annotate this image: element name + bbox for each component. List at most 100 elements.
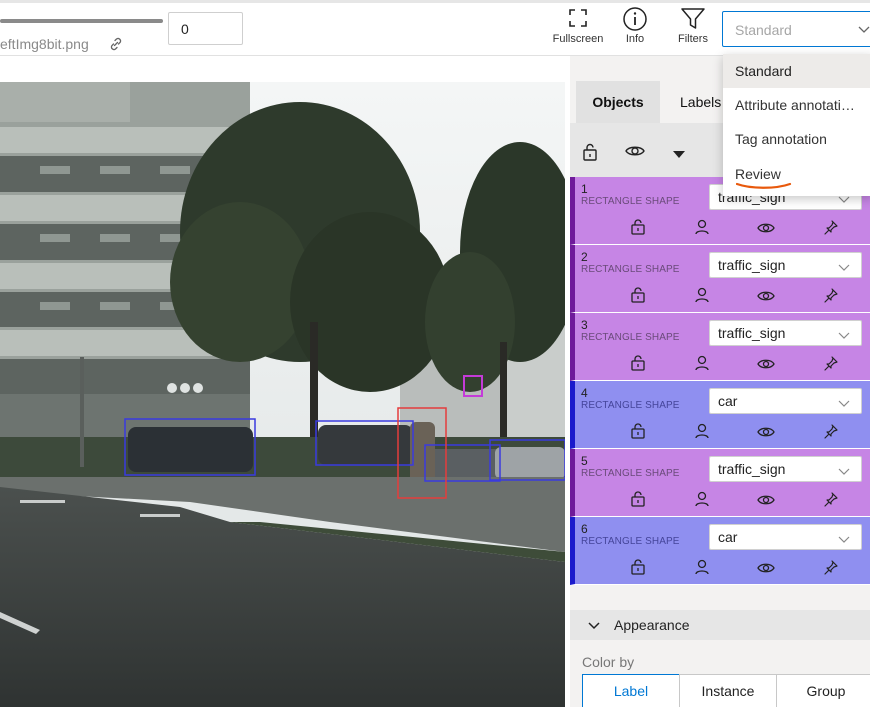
label-select[interactable]: traffic_sign: [709, 252, 862, 278]
info-button[interactable]: Info: [607, 6, 663, 52]
object-actions: [631, 219, 861, 237]
info-icon: [623, 7, 647, 31]
list-item[interactable]: 4 RECTANGLE SHAPE car: [570, 381, 870, 449]
object-shape: RECTANGLE SHAPE: [581, 264, 680, 275]
chevron-down-icon: [838, 396, 850, 414]
view-mode-dropdown: Standard Attribute annotati… Tag annotat…: [723, 54, 870, 196]
eye-icon[interactable]: [757, 425, 775, 443]
fullscreen-button[interactable]: Fullscreen: [550, 6, 606, 52]
option-tag-annotation[interactable]: Tag annotation: [723, 122, 870, 156]
top-toolbar: 0 eftImg8bit.png Fullscreen Info Filters…: [0, 0, 870, 56]
info-label: Info: [625, 33, 645, 45]
frame-slider[interactable]: [0, 19, 163, 23]
chevron-down-icon: [857, 22, 870, 41]
lock-icon[interactable]: [631, 287, 645, 308]
color-by-group-option[interactable]: Group: [776, 674, 870, 707]
chevron-down-icon: [838, 532, 850, 550]
filename-text: eftImg8bit.png: [0, 36, 89, 52]
object-number: 4: [581, 386, 588, 400]
view-mode-value: Standard: [735, 22, 792, 38]
filter-icon: [681, 8, 705, 29]
lock-icon[interactable]: [631, 423, 645, 444]
object-shape: RECTANGLE SHAPE: [581, 468, 680, 479]
filters-button[interactable]: Filters: [665, 6, 721, 52]
highlight-underline: [736, 182, 792, 189]
frame-number-input[interactable]: 0: [168, 12, 243, 45]
object-actions: [631, 559, 861, 577]
eye-all-icon[interactable]: [625, 143, 645, 164]
lock-icon[interactable]: [631, 219, 645, 240]
eye-icon[interactable]: [757, 289, 775, 307]
object-actions: [631, 355, 861, 373]
chevron-down-icon: [838, 464, 850, 482]
link-icon[interactable]: [108, 36, 124, 52]
label-value: traffic_sign: [718, 325, 786, 341]
eye-icon[interactable]: [757, 357, 775, 375]
lock-all-icon[interactable]: [582, 143, 598, 166]
label-select[interactable]: car: [709, 524, 862, 550]
street-photo[interactable]: [0, 82, 565, 707]
fullscreen-icon: [569, 9, 587, 27]
annotation-workspace: 0 eftImg8bit.png Fullscreen Info Filters…: [0, 0, 870, 707]
appearance-title: Appearance: [614, 617, 690, 633]
chevron-down-icon: [588, 619, 600, 637]
appearance-section: Appearance Color by Label Instance Group: [570, 610, 870, 707]
list-item[interactable]: 3 RECTANGLE SHAPE traffic_sign: [570, 313, 870, 381]
chevron-down-icon: [838, 328, 850, 346]
color-by-label-option[interactable]: Label: [582, 674, 680, 707]
pin-icon[interactable]: [823, 491, 839, 512]
object-shape: RECTANGLE SHAPE: [581, 196, 680, 207]
person-icon[interactable]: [695, 287, 709, 308]
option-standard[interactable]: Standard: [723, 54, 870, 88]
object-number: 1: [581, 182, 588, 196]
object-number: 2: [581, 250, 588, 264]
object-number: 6: [581, 522, 588, 536]
street-scene-image: [0, 82, 565, 707]
object-number: 5: [581, 454, 588, 468]
filters-label: Filters: [678, 33, 708, 45]
lock-icon[interactable]: [631, 491, 645, 512]
label-select[interactable]: car: [709, 388, 862, 414]
object-shape: RECTANGLE SHAPE: [581, 332, 680, 343]
pin-icon[interactable]: [823, 355, 839, 376]
label-select[interactable]: traffic_sign: [709, 320, 862, 346]
pin-icon[interactable]: [823, 559, 839, 580]
top-border: [0, 0, 870, 3]
label-value: traffic_sign: [718, 257, 786, 273]
label-select[interactable]: traffic_sign: [709, 456, 862, 482]
object-number: 3: [581, 318, 588, 332]
color-by-label: Color by: [582, 654, 635, 670]
pin-icon[interactable]: [823, 219, 839, 240]
chevron-down-icon: [838, 260, 850, 278]
eye-icon[interactable]: [757, 561, 775, 579]
object-actions: [631, 423, 861, 441]
caret-down-icon[interactable]: [672, 147, 686, 165]
eye-icon[interactable]: [757, 221, 775, 239]
person-icon[interactable]: [695, 559, 709, 580]
fullscreen-label: Fullscreen: [552, 33, 604, 45]
pin-icon[interactable]: [823, 287, 839, 308]
label-value: car: [718, 529, 738, 545]
list-item[interactable]: 2 RECTANGLE SHAPE traffic_sign: [570, 245, 870, 313]
lock-icon[interactable]: [631, 355, 645, 376]
person-icon[interactable]: [695, 219, 709, 240]
object-shape: RECTANGLE SHAPE: [581, 400, 680, 411]
object-shape: RECTANGLE SHAPE: [581, 536, 680, 547]
person-icon[interactable]: [695, 423, 709, 444]
appearance-header[interactable]: Appearance: [570, 610, 870, 640]
image-canvas[interactable]: [0, 56, 570, 707]
pin-icon[interactable]: [823, 423, 839, 444]
tab-objects[interactable]: Objects: [576, 81, 660, 123]
list-item[interactable]: 6 RECTANGLE SHAPE car: [570, 517, 870, 585]
eye-icon[interactable]: [757, 493, 775, 511]
label-value: traffic_sign: [718, 461, 786, 477]
person-icon[interactable]: [695, 491, 709, 512]
lock-icon[interactable]: [631, 559, 645, 580]
option-attribute-annotation[interactable]: Attribute annotati…: [723, 88, 870, 122]
view-mode-select[interactable]: Standard: [722, 11, 870, 47]
object-actions: [631, 491, 861, 509]
person-icon[interactable]: [695, 355, 709, 376]
color-by-instance-option[interactable]: Instance: [679, 674, 777, 707]
object-actions: [631, 287, 861, 305]
list-item[interactable]: 5 RECTANGLE SHAPE traffic_sign: [570, 449, 870, 517]
